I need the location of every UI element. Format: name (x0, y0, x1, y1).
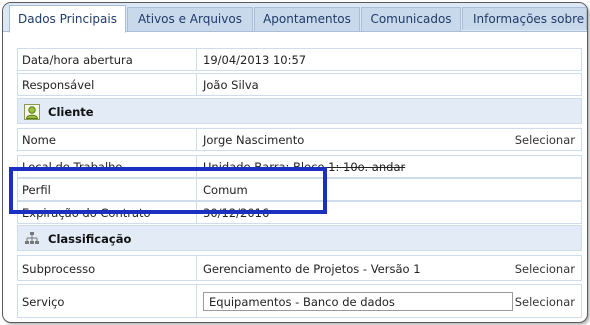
user-icon (24, 104, 40, 120)
tab-bar: Dados Principais Ativos e Arquivos Apont… (3, 3, 587, 33)
responsavel-value: João Silva (196, 73, 582, 96)
abertura-label: Data/hora abertura (17, 48, 202, 71)
hierarchy-icon (25, 232, 39, 244)
cliente-section-header: Cliente (17, 98, 582, 124)
responsavel-label: Responsável (17, 73, 202, 96)
tab-ativos-arquivos[interactable]: Ativos e Arquivos (127, 7, 253, 31)
subprocesso-value: Gerenciamento de Projetos - Versão 1 Sel… (196, 255, 582, 281)
servico-select-link[interactable]: Selecionar (515, 285, 575, 319)
tab-dados-principais[interactable]: Dados Principais (9, 5, 126, 33)
nome-value: Jorge Nascimento Selecionar (196, 128, 582, 151)
nome-value-text: Jorge Nascimento (203, 133, 305, 147)
servico-value: Equipamentos - Banco de dados Selecionar (196, 284, 582, 318)
servico-input[interactable]: Equipamentos - Banco de dados (203, 292, 513, 311)
subprocesso-select-link[interactable]: Selecionar (515, 256, 575, 282)
cliente-section-title: Cliente (48, 105, 94, 119)
abertura-value: 19/04/2013 10:57 (196, 48, 582, 71)
servico-label: Serviço (17, 284, 202, 318)
main-panel: Dados Principais Ativos e Arquivos Apont… (2, 2, 588, 323)
subprocesso-label: Subprocesso (17, 255, 202, 281)
tab-apontamentos[interactable]: Apontamentos (254, 7, 360, 31)
classificacao-section-header: Classificação (17, 225, 582, 251)
nome-select-link[interactable]: Selecionar (515, 129, 575, 152)
nome-label: Nome (17, 128, 202, 151)
tab-comunicados[interactable]: Comunicados (361, 7, 461, 31)
subprocesso-value-text: Gerenciamento de Projetos - Versão 1 (203, 262, 421, 276)
classificacao-section-title: Classificação (48, 232, 132, 246)
perfil-highlight-box (9, 167, 327, 214)
tab-informacoes[interactable]: Informações sobre (462, 7, 587, 30)
